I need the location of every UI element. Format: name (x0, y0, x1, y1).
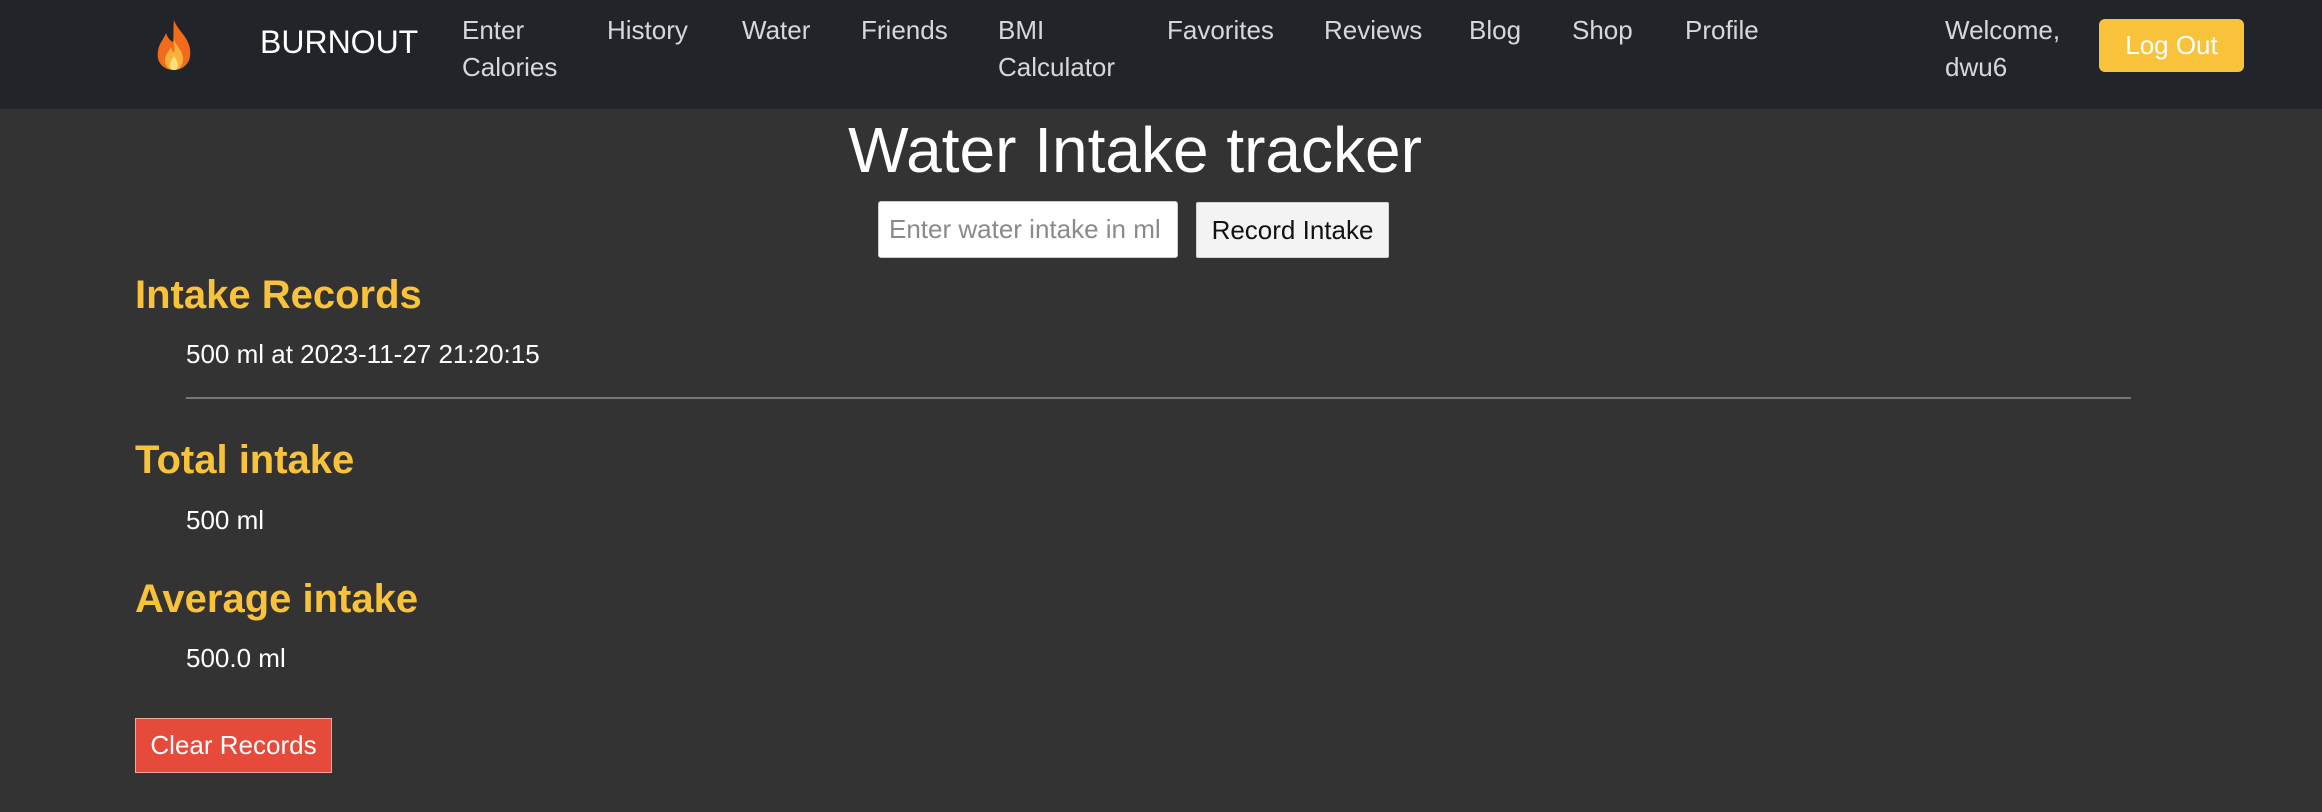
brand-link[interactable]: BURNOUT (260, 24, 418, 61)
nav-link-friends[interactable]: Friends (861, 12, 948, 49)
nav-link-blog[interactable]: Blog (1469, 12, 1521, 49)
nav-link-label: BMI (998, 15, 1045, 45)
water-intake-input[interactable] (878, 201, 1178, 258)
average-intake-value: 500.0 ml (186, 643, 286, 673)
nav-link-favorites[interactable]: Favorites (1167, 12, 1274, 49)
logout-button[interactable]: Log Out (2099, 19, 2244, 72)
fire-icon[interactable] (150, 18, 198, 72)
username: dwu6 (1945, 52, 2008, 82)
nav-link-shop[interactable]: Shop (1572, 12, 1633, 49)
intake-records-heading: Intake Records (135, 273, 422, 317)
nav-link-bmi-calculator[interactable]: BMI Calculator (998, 12, 1115, 86)
nav-link-label: Calories (462, 52, 558, 82)
nav-link-reviews[interactable]: Reviews (1324, 12, 1422, 49)
nav-link-label: Enter (462, 15, 525, 45)
nav-link-label: Calculator (998, 52, 1116, 82)
records-divider (186, 397, 2131, 399)
welcome-label: Welcome, (1945, 15, 2061, 45)
navbar: BURNOUT Enter Calories History Water Fri… (0, 0, 2322, 109)
nav-link-water[interactable]: Water (742, 12, 810, 49)
total-intake-heading: Total intake (135, 438, 355, 482)
total-intake-value: 500 ml (186, 505, 265, 535)
nav-link-enter-calories[interactable]: Enter Calories (462, 12, 557, 86)
record-intake-button[interactable]: Record Intake (1196, 202, 1389, 258)
page-title: Water Intake tracker (848, 114, 1422, 186)
average-intake-heading: Average intake (135, 577, 419, 621)
nav-link-history[interactable]: History (607, 12, 688, 49)
intake-record-item: 500 ml at 2023-11-27 21:20:15 (186, 339, 540, 369)
nav-link-profile[interactable]: Profile (1685, 12, 1759, 49)
welcome-message: Welcome, dwu6 (1945, 12, 2085, 86)
clear-records-button[interactable]: Clear Records (135, 718, 332, 773)
